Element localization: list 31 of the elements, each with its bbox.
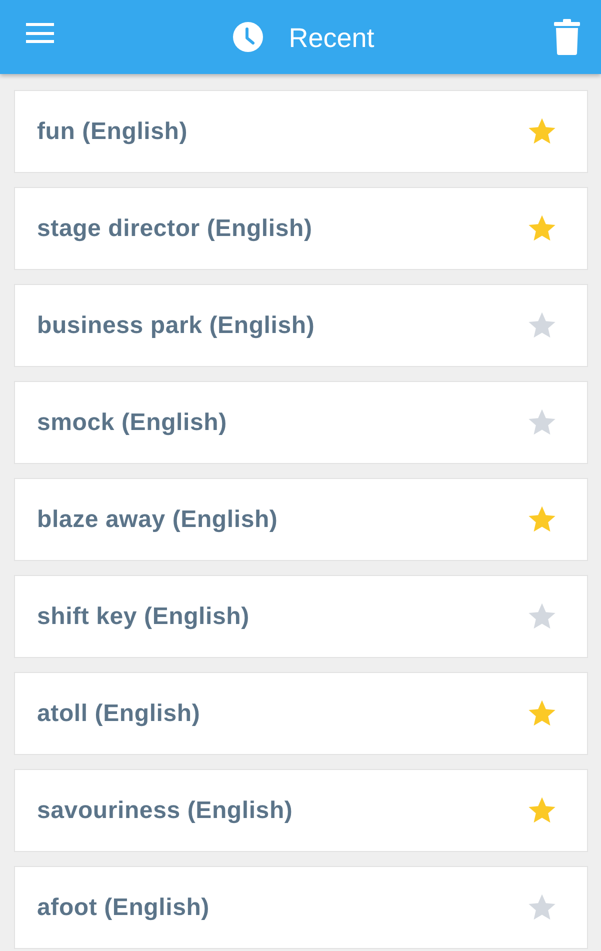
- word-label: shift key (English): [37, 602, 250, 630]
- word-list-item[interactable]: smock (English): [14, 381, 588, 464]
- word-label: smock (English): [37, 408, 227, 436]
- delete-icon[interactable]: [554, 19, 580, 55]
- star-icon[interactable]: [528, 118, 556, 145]
- star-icon[interactable]: [528, 797, 556, 824]
- word-list-item[interactable]: blaze away (English): [14, 478, 588, 561]
- word-label: blaze away (English): [37, 506, 278, 534]
- word-list-item[interactable]: stage director (English): [14, 187, 588, 270]
- star-icon[interactable]: [528, 603, 556, 630]
- star-icon[interactable]: [528, 894, 556, 921]
- word-label: business park (English): [37, 312, 315, 340]
- clock-icon: [232, 22, 263, 52]
- word-list-item[interactable]: atoll (English): [14, 672, 588, 755]
- word-list-item[interactable]: savouriness (English): [14, 769, 588, 852]
- word-list-item[interactable]: business park (English): [14, 284, 588, 367]
- word-label: stage director (English): [37, 214, 312, 242]
- word-label: atoll (English): [37, 700, 200, 728]
- star-icon[interactable]: [528, 215, 556, 242]
- word-label: savouriness (English): [37, 796, 293, 824]
- star-icon[interactable]: [528, 312, 556, 339]
- star-icon[interactable]: [528, 506, 556, 533]
- menu-icon[interactable]: [26, 23, 54, 43]
- word-list-item[interactable]: fun (English): [14, 90, 588, 173]
- screen-title: Recent: [288, 22, 374, 54]
- word-label: fun (English): [37, 118, 188, 146]
- star-icon[interactable]: [528, 700, 556, 727]
- word-list-item[interactable]: shift key (English): [14, 575, 588, 658]
- word-label: afoot (English): [37, 894, 210, 922]
- star-icon[interactable]: [528, 409, 556, 436]
- word-list-item[interactable]: afoot (English): [14, 866, 588, 949]
